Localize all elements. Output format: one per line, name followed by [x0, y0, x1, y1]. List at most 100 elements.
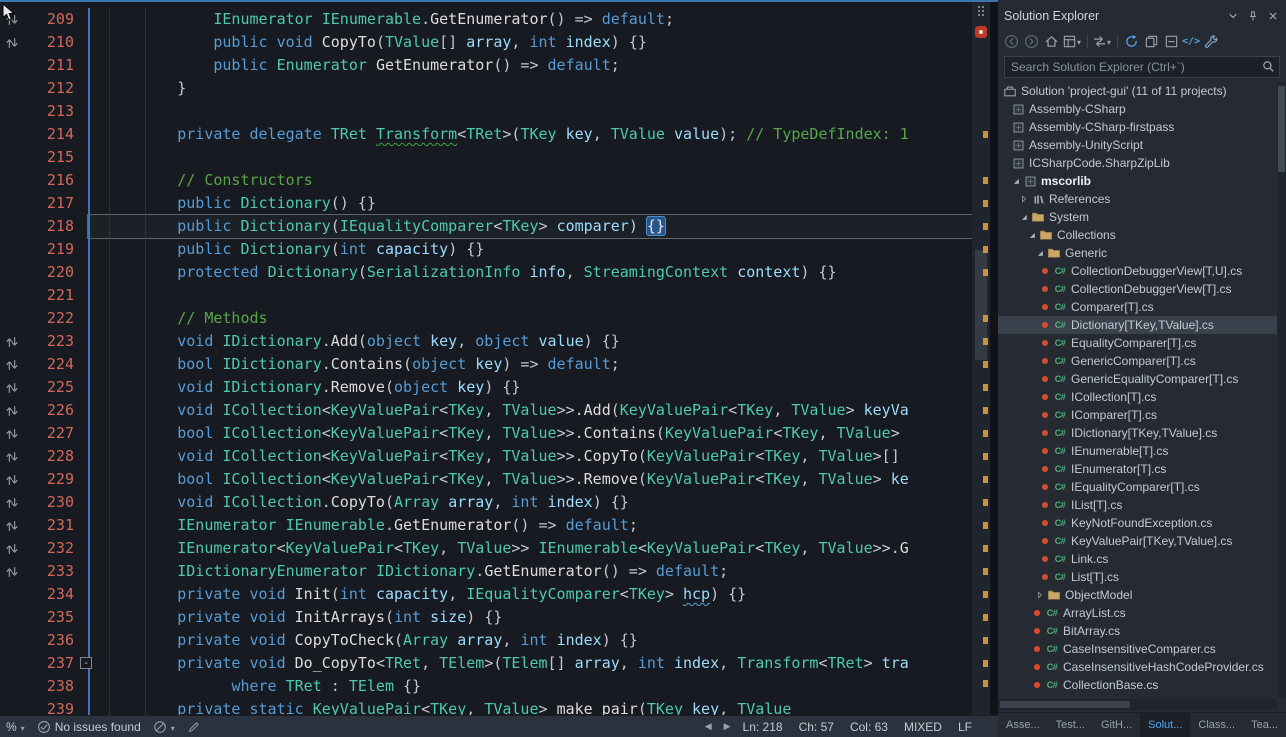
code-line[interactable]: 215 [0, 146, 972, 169]
properties-button[interactable] [1202, 31, 1220, 51]
line-number[interactable]: 225 [24, 376, 74, 399]
collapse-region-toggle[interactable]: - [80, 657, 92, 669]
tree-item[interactable]: System [998, 208, 1277, 226]
code-line[interactable]: 216 // Constructors [0, 169, 972, 192]
line-number[interactable]: 236 [24, 629, 74, 652]
code-line[interactable]: 220 protected Dictionary(SerializationIn… [0, 261, 972, 284]
line-number[interactable]: 217 [24, 192, 74, 215]
code-line[interactable]: 209 IEnumerator IEnumerable.GetEnumerato… [0, 8, 972, 31]
tree-item[interactable]: C#CollectionBase.cs [998, 676, 1277, 694]
tree-item[interactable]: Assembly-UnityScript [998, 136, 1277, 154]
tree-vertical-scrollbar-thumb[interactable] [1278, 86, 1285, 172]
tree-item[interactable]: Assembly-CSharp-firstpass [998, 118, 1277, 136]
code-line[interactable]: 239 private static KeyValuePair<TKey, TV… [0, 698, 972, 715]
code-line[interactable]: 221 [0, 284, 972, 307]
panel-tab-asse[interactable]: Asse... [998, 713, 1048, 737]
tree-item[interactable]: C#IEnumerator[T].cs [998, 460, 1277, 478]
line-number[interactable]: 224 [24, 353, 74, 376]
line-number[interactable]: 230 [24, 491, 74, 514]
tree-item[interactable]: C#IComparer[T].cs [998, 406, 1277, 424]
panel-tab-gith[interactable]: GitH... [1093, 713, 1140, 737]
panel-title-bar[interactable]: Solution Explorer [998, 0, 1286, 28]
code-line[interactable]: 219 public Dictionary(int capacity) {} [0, 238, 972, 261]
tree-item[interactable]: C#Comparer[T].cs [998, 298, 1277, 316]
nav-forward-button[interactable] [1022, 31, 1040, 51]
close-button[interactable] [1264, 7, 1282, 25]
implements-interface-icon[interactable] [0, 445, 24, 468]
code-line[interactable]: 229 bool ICollection<KeyValuePair<TKey, … [0, 468, 972, 491]
tree-item[interactable]: ICSharpCode.SharpZipLib [998, 154, 1277, 172]
eol-indicator[interactable]: LF [958, 720, 972, 734]
implements-interface-icon[interactable] [0, 514, 24, 537]
code-line[interactable]: 214 private delegate TRet Transform<TRet… [0, 123, 972, 146]
code-line[interactable]: 234 private void Init(int capacity, IEqu… [0, 583, 972, 606]
zoom-control[interactable]: % ▾ [6, 720, 25, 734]
line-number[interactable]: 231 [24, 514, 74, 537]
line-number[interactable]: 233 [24, 560, 74, 583]
issues-indicator[interactable]: No issues found [37, 720, 141, 734]
code-line[interactable]: 224 bool IDictionary.Contains(object key… [0, 353, 972, 376]
indent-indicator[interactable]: MIXED [904, 720, 942, 734]
refresh-button[interactable] [1122, 31, 1140, 51]
tree-item[interactable]: C#IEqualityComparer[T].cs [998, 478, 1277, 496]
line-number[interactable]: 220 [24, 261, 74, 284]
tree-horizontal-scrollbar-thumb[interactable] [1000, 701, 1130, 708]
line-number[interactable]: 222 [24, 307, 74, 330]
implements-interface-icon[interactable] [0, 537, 24, 560]
tree-item[interactable]: C#ICollection[T].cs [998, 388, 1277, 406]
sync-with-active-document-button[interactable]: ▾ [1092, 31, 1111, 51]
collapse-all-button[interactable] [1162, 31, 1180, 51]
code-line[interactable]: 233 IDictionaryEnumerator IDictionary.Ge… [0, 560, 972, 583]
editor-scrollbar[interactable] [972, 0, 990, 715]
collapse-arrow-icon[interactable] [1034, 248, 1046, 258]
code-line[interactable]: 235 private void InitArrays(int size) {} [0, 606, 972, 629]
tree-item[interactable]: ObjectModel [998, 586, 1277, 604]
line-number[interactable]: 228 [24, 445, 74, 468]
tree-item[interactable]: C#Link.cs [998, 550, 1277, 568]
tree-item[interactable]: C#BitArray.cs [998, 622, 1277, 640]
implements-interface-icon[interactable] [0, 353, 24, 376]
code-line[interactable]: 218 public Dictionary(IEqualityComparer<… [0, 215, 972, 238]
tree-item[interactable]: References [998, 190, 1277, 208]
char-indicator[interactable]: Ch: 57 [799, 720, 834, 734]
code-line[interactable]: 238 where TRet : TElem {} [0, 675, 972, 698]
line-number[interactable]: 223 [24, 330, 74, 353]
line-number[interactable]: 221 [24, 284, 74, 307]
line-number[interactable]: 219 [24, 238, 74, 261]
tree-item[interactable]: C#CaseInsensitiveHashCodeProvider.cs [998, 658, 1277, 676]
line-indicator[interactable]: Ln: 218 [743, 720, 783, 734]
switch-views-button[interactable]: ▾ [1062, 31, 1081, 51]
line-number[interactable]: 218 [24, 215, 74, 238]
line-number[interactable]: 212 [24, 77, 74, 100]
scroll-right-button[interactable]: ▶ [724, 721, 731, 732]
error-indicator-icon[interactable] [975, 26, 987, 38]
code-line[interactable]: 228 void ICollection<KeyValuePair<TKey, … [0, 445, 972, 468]
column-indicator[interactable]: Col: 63 [850, 720, 888, 734]
implements-interface-icon[interactable] [0, 560, 24, 583]
search-input[interactable] [1004, 56, 1280, 78]
collapse-arrow-icon[interactable] [1010, 176, 1022, 186]
tree-item[interactable]: C#GenericEqualityComparer[T].cs [998, 370, 1277, 388]
line-number[interactable]: 213 [24, 100, 74, 123]
implements-interface-icon[interactable] [0, 491, 24, 514]
tree-item[interactable]: C#KeyNotFoundException.cs [998, 514, 1277, 532]
tree-horizontal-scrollbar[interactable] [998, 699, 1277, 710]
code-line[interactable]: 223 void IDictionary.Add(object key, obj… [0, 330, 972, 353]
nav-back-button[interactable] [1002, 31, 1020, 51]
code-line[interactable]: 230 void ICollection.CopyTo(Array array,… [0, 491, 972, 514]
line-number[interactable]: 229 [24, 468, 74, 491]
tree-item[interactable]: C#CollectionDebuggerView[T,U].cs [998, 262, 1277, 280]
scroll-left-button[interactable]: ◀ [705, 721, 712, 732]
line-number[interactable]: 237 [24, 652, 74, 675]
code-line[interactable]: 212 } [0, 77, 972, 100]
tree-item[interactable]: C#IList[T].cs [998, 496, 1277, 514]
tree-item[interactable]: C#List[T].cs [998, 568, 1277, 586]
code-line[interactable]: 236 private void CopyToCheck(Array array… [0, 629, 972, 652]
code-line[interactable]: 227 bool ICollection<KeyValuePair<TKey, … [0, 422, 972, 445]
implements-interface-icon[interactable] [0, 376, 24, 399]
line-number[interactable]: 215 [24, 146, 74, 169]
implements-interface-icon[interactable] [0, 422, 24, 445]
line-number[interactable]: 210 [24, 31, 74, 54]
tree-item[interactable]: C#ArrayList.cs [998, 604, 1277, 622]
code-line[interactable]: 217 public Dictionary() {} [0, 192, 972, 215]
